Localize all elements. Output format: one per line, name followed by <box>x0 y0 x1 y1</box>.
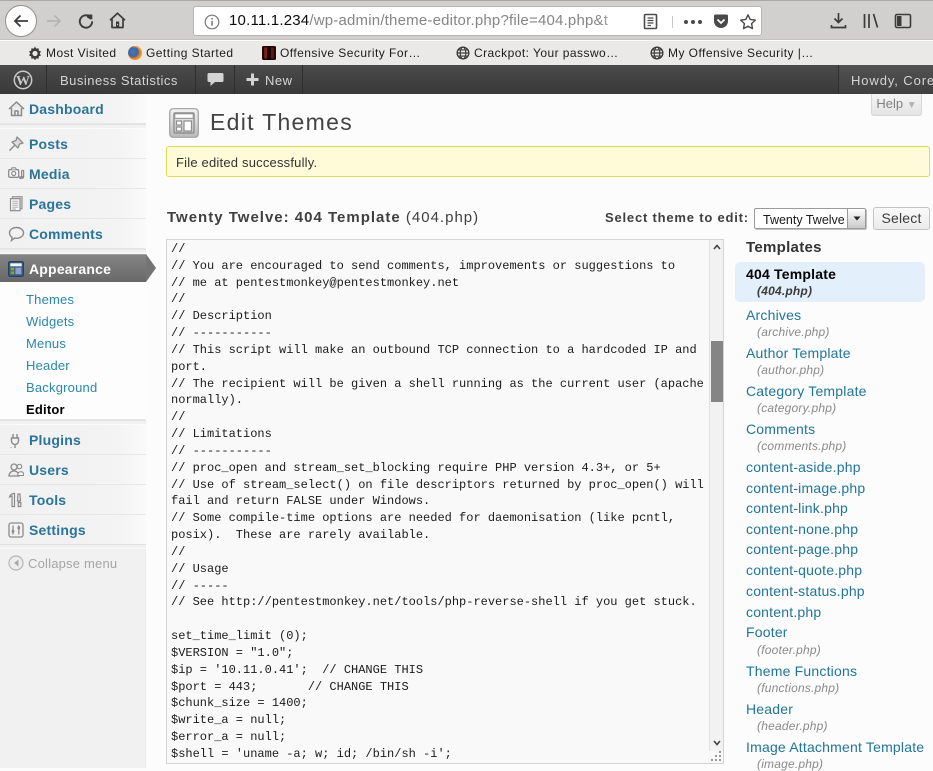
svg-text:W: W <box>16 74 30 89</box>
